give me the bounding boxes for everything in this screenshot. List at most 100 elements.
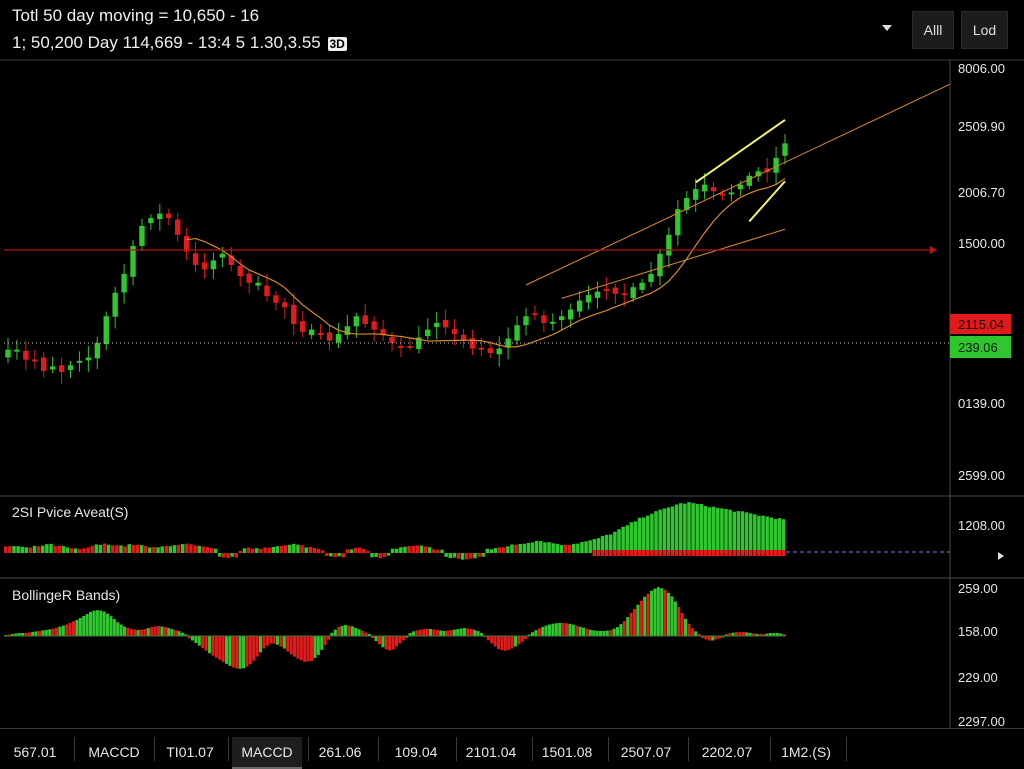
rsi-bar xyxy=(427,547,432,553)
footer-tab-10[interactable]: 1M2.(S) xyxy=(776,737,836,767)
rsi-bar-base xyxy=(609,550,613,556)
support-line-arrow-icon xyxy=(930,246,937,254)
rsi-bar xyxy=(720,508,724,553)
candle-body xyxy=(523,316,529,326)
rsi-bar xyxy=(407,546,411,553)
macd-histogram xyxy=(4,587,786,669)
macd-bar xyxy=(248,636,252,665)
macd-bar xyxy=(435,629,439,636)
chart-canvas[interactable]: 8006.00 2509.90 2006.70 1500.00 0139.00 … xyxy=(0,0,1024,730)
rsi-bar xyxy=(374,553,378,557)
macd-bar xyxy=(361,630,365,636)
rsi-bar xyxy=(180,544,185,553)
macd-bar xyxy=(381,636,385,648)
rsi-bar-base xyxy=(683,550,687,556)
macd-bar xyxy=(150,627,154,636)
footer-tab-6[interactable]: 2101.04 xyxy=(460,737,522,767)
footer-tab-2[interactable]: TI01.07 xyxy=(158,737,222,767)
rsi-bar-base xyxy=(670,550,675,556)
candle-body xyxy=(317,332,324,335)
rsi-bar-base xyxy=(658,550,662,556)
rsi-bar xyxy=(8,546,12,553)
macd-tick-3: 2297.00 xyxy=(958,714,1005,729)
macd-bar xyxy=(65,624,69,636)
rsi-bar xyxy=(456,553,461,559)
rsi-bar xyxy=(711,506,716,553)
rsi-bar xyxy=(102,543,107,553)
rsi-bar xyxy=(82,548,86,553)
rsi-bar xyxy=(518,543,522,553)
macd-bar xyxy=(626,617,630,636)
macd-bar xyxy=(44,629,48,636)
rsi-bar xyxy=(637,517,642,553)
footer-tab-8[interactable]: 2507.07 xyxy=(612,737,680,767)
rsi-bar xyxy=(415,545,420,553)
rsi-bar xyxy=(193,545,197,553)
macd-bar xyxy=(102,611,106,636)
candle-body xyxy=(210,260,217,270)
macd-bar xyxy=(340,625,344,636)
rsi-bar xyxy=(629,522,634,553)
footer-tab-0[interactable]: 567.01 xyxy=(4,737,66,767)
footer-tab-5[interactable]: 109.04 xyxy=(386,737,446,767)
macd-bar xyxy=(276,636,280,645)
rsi-bar xyxy=(106,544,111,553)
footer-tab-7[interactable]: 1501.08 xyxy=(536,737,598,767)
rsi-bar xyxy=(390,548,395,553)
macd-tick-1: 158.00 xyxy=(958,624,998,639)
macd-bar xyxy=(531,632,535,636)
rsi-bar xyxy=(148,547,152,553)
rsi-bar xyxy=(695,504,699,553)
candle-body xyxy=(14,349,20,352)
rsi-bar-base xyxy=(781,550,786,556)
candle-body xyxy=(407,346,413,349)
macd-bar xyxy=(439,630,443,636)
rsi-bar xyxy=(522,543,527,553)
timeline-footer: 567.01 MACCD TI01.07 MACCD 261.06 109.04… xyxy=(0,728,1024,769)
candle-body xyxy=(425,329,431,337)
macd-bar xyxy=(663,589,667,636)
rsi-bar xyxy=(36,546,41,553)
rsi-bar xyxy=(325,553,329,556)
footer-tab-1[interactable]: MACCD xyxy=(80,737,148,767)
rsi-bar xyxy=(633,521,638,553)
macd-bar xyxy=(398,636,402,644)
macd-bar xyxy=(456,629,460,636)
candle-body xyxy=(282,302,288,308)
macd-bar xyxy=(61,625,65,636)
macd-bar xyxy=(493,636,497,647)
price-tag-green-label: 239.06 xyxy=(958,340,998,355)
candle-body xyxy=(719,193,726,196)
candle-body xyxy=(594,291,601,298)
rsi-bar-base xyxy=(641,550,646,556)
macd-bar xyxy=(208,636,212,654)
macd-bar xyxy=(272,636,276,644)
rsi-bar xyxy=(469,553,473,559)
macd-bar xyxy=(446,630,450,636)
rsi-bar-base xyxy=(761,550,765,556)
macd-bar xyxy=(544,625,548,636)
candle-body xyxy=(666,234,672,256)
footer-tab-4[interactable]: 261.06 xyxy=(312,737,368,767)
candle-body xyxy=(559,316,565,321)
macd-bar xyxy=(265,636,269,646)
macd-bar xyxy=(289,636,293,655)
candle-body xyxy=(433,322,440,328)
rsi-bar xyxy=(131,544,136,553)
candle-body xyxy=(192,253,199,265)
rsi-bar xyxy=(57,545,62,553)
rsi-bar xyxy=(345,549,350,553)
macd-bar xyxy=(497,636,501,650)
macd-bar xyxy=(238,636,242,669)
rsi-bar xyxy=(90,545,94,553)
footer-tab-3[interactable]: MACCD xyxy=(232,737,302,769)
bollinger-panel-label: BollingeR Bands) xyxy=(12,587,121,603)
rsi-bar-base xyxy=(592,550,597,556)
candle-body xyxy=(219,253,226,258)
macd-bar xyxy=(48,629,52,636)
footer-tab-9[interactable]: 2202.07 xyxy=(692,737,762,767)
candle-body xyxy=(514,325,520,341)
rsi-bar xyxy=(222,553,226,558)
macd-bar xyxy=(167,628,171,636)
rsi-bar-base xyxy=(633,550,638,556)
